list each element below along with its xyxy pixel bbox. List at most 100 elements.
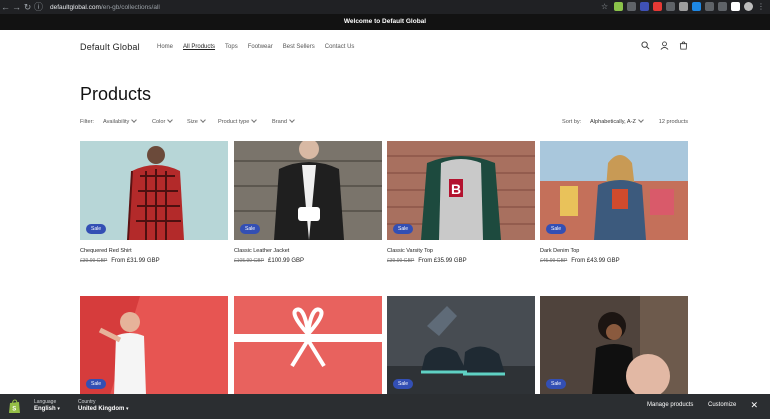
product-price: £45.99 GBP From £43.99 GBP [540, 258, 688, 264]
extension-icon[interactable] [627, 2, 636, 11]
product-card[interactable]: B Sale Classic Varsity Top £39.99 GBP Fro… [387, 141, 535, 264]
extension-icon[interactable] [614, 2, 623, 11]
product-image[interactable]: Sale [540, 296, 688, 395]
header-icons [641, 41, 688, 50]
caret-down-icon: ▾ [57, 406, 60, 412]
sale-badge: Sale [546, 224, 567, 234]
nav-link-best-sellers[interactable]: Best Sellers [283, 44, 315, 50]
product-title[interactable]: Chequered Red Shirt [80, 248, 228, 254]
back-icon[interactable]: ← [0, 0, 11, 14]
compare-price: £39.99 GBP [80, 258, 108, 264]
filter-brand-label: Brand [272, 119, 287, 125]
nav-link-home[interactable]: Home [157, 44, 173, 50]
product-title[interactable]: Classic Varsity Top [387, 248, 535, 254]
chevron-down-icon [200, 117, 206, 123]
customize-button[interactable]: Customize [708, 402, 736, 408]
product-card[interactable]: Sale [80, 296, 228, 395]
sale-price: From £35.99 GBP [418, 258, 467, 264]
profile-avatar-icon[interactable] [744, 2, 753, 11]
url-path: /en-gb/collections/all [100, 3, 160, 11]
product-image[interactable]: Sale [387, 296, 535, 395]
nav-link-footwear[interactable]: Footwear [248, 44, 273, 50]
manage-products-button[interactable]: Manage products [647, 402, 693, 408]
filter-bar: Filter: Availability Color Size Product … [80, 117, 690, 129]
filter-availability[interactable]: Availability [103, 117, 138, 125]
account-icon[interactable] [660, 41, 669, 50]
filter-color[interactable]: Color [152, 117, 174, 125]
sale-badge: Sale [86, 224, 107, 234]
sale-price: From £43.99 GBP [571, 258, 620, 264]
country-selector[interactable]: Country United Kingdom ▾ [78, 399, 129, 412]
browser-toolbar: ← → ↻ ⓘ defaultglobal.com/en-gb/collecti… [0, 0, 770, 14]
product-card[interactable]: Sale Chequered Red Shirt £39.99 GBP From … [80, 141, 228, 264]
filter-product-type-label: Product type [218, 119, 250, 125]
nav-link-tops[interactable]: Tops [225, 44, 238, 50]
product-card[interactable]: Sale [387, 296, 535, 395]
search-icon[interactable] [641, 41, 650, 50]
product-card[interactable] [234, 296, 382, 395]
site-header: Default Global Home All Products Tops Fo… [0, 30, 770, 64]
product-title[interactable]: Classic Leather Jacket [234, 248, 382, 254]
product-title[interactable]: Dark Denim Top [540, 248, 688, 254]
compare-price: £39.99 GBP [387, 258, 415, 264]
extension-icon[interactable] [666, 2, 675, 11]
product-image[interactable]: Sale [540, 141, 688, 240]
sort-value: Alphabetically, A-Z [590, 119, 636, 125]
filter-product-type[interactable]: Product type [218, 117, 258, 125]
chevron-down-icon [251, 117, 258, 123]
product-image[interactable]: Sale [80, 296, 228, 395]
product-card[interactable]: Sale [540, 296, 688, 395]
filter-size[interactable]: Size [187, 117, 206, 125]
filter-availability-label: Availability [103, 119, 130, 125]
extension-icon[interactable] [640, 2, 649, 11]
puzzle-icon[interactable] [718, 2, 727, 11]
cart-icon[interactable] [679, 41, 688, 50]
more-menu-icon[interactable]: ⋮ [757, 2, 766, 11]
extension-icon[interactable] [705, 2, 714, 11]
announcement-bar: Welcome to Default Global [0, 14, 770, 30]
close-icon[interactable]: ✕ [750, 400, 758, 411]
extension-icon[interactable] [653, 2, 662, 11]
svg-text:S: S [12, 407, 16, 413]
gift-card-photo [234, 296, 382, 395]
main-nav: Home All Products Tops Footwear Best Sel… [157, 44, 354, 50]
product-card[interactable]: Sale Classic Leather Jacket £105.99 GBP £… [234, 141, 382, 264]
extension-icon[interactable] [731, 2, 740, 11]
product-price: £39.99 GBP From £35.99 GBP [387, 258, 535, 264]
filter-label: Filter: [80, 119, 94, 125]
extensions-area: ☆ ⋮ [601, 2, 766, 11]
nav-link-contact-us[interactable]: Contact Us [325, 44, 355, 50]
bookmark-star-icon[interactable]: ☆ [601, 2, 610, 11]
address-bar[interactable]: defaultglobal.com/en-gb/collections/all [50, 4, 160, 11]
product-image[interactable]: Sale [80, 141, 228, 240]
sale-badge: Sale [546, 379, 567, 389]
product-image[interactable]: B Sale [387, 141, 535, 240]
nav-link-all-products[interactable]: All Products [183, 44, 215, 50]
language-selector[interactable]: Language English ▾ [34, 399, 60, 412]
page-title: Products [80, 84, 152, 104]
extension-icon[interactable] [679, 2, 688, 11]
filter-color-label: Color [152, 119, 166, 125]
product-card[interactable]: Sale Dark Denim Top £45.99 GBP From £43.9… [540, 141, 688, 264]
sale-badge: Sale [240, 224, 261, 234]
reload-icon[interactable]: ↻ [22, 0, 33, 14]
compare-price: £105.99 GBP [234, 258, 265, 264]
product-image[interactable] [234, 296, 382, 395]
country-value: United Kingdom [78, 406, 125, 412]
filter-brand[interactable]: Brand [272, 117, 295, 125]
extension-icon[interactable] [692, 2, 701, 11]
caret-down-icon: ▾ [126, 406, 129, 412]
site-logo[interactable]: Default Global [80, 42, 140, 52]
product-image[interactable]: Sale [234, 141, 382, 240]
forward-icon[interactable]: → [11, 0, 22, 14]
language-value: English [34, 406, 56, 412]
product-count: 12 products [658, 119, 688, 125]
product-price: £39.99 GBP From £31.99 GBP [80, 258, 228, 264]
sale-badge: Sale [393, 224, 414, 234]
chevron-down-icon [131, 117, 138, 123]
sort-select[interactable]: Alphabetically, A-Z [590, 117, 644, 125]
site-info-icon[interactable]: ⓘ [33, 0, 44, 14]
url-host: defaultglobal.com [50, 3, 101, 11]
preview-bar: S Language English ▾ Country United King… [0, 394, 770, 419]
sale-badge: Sale [86, 379, 107, 389]
